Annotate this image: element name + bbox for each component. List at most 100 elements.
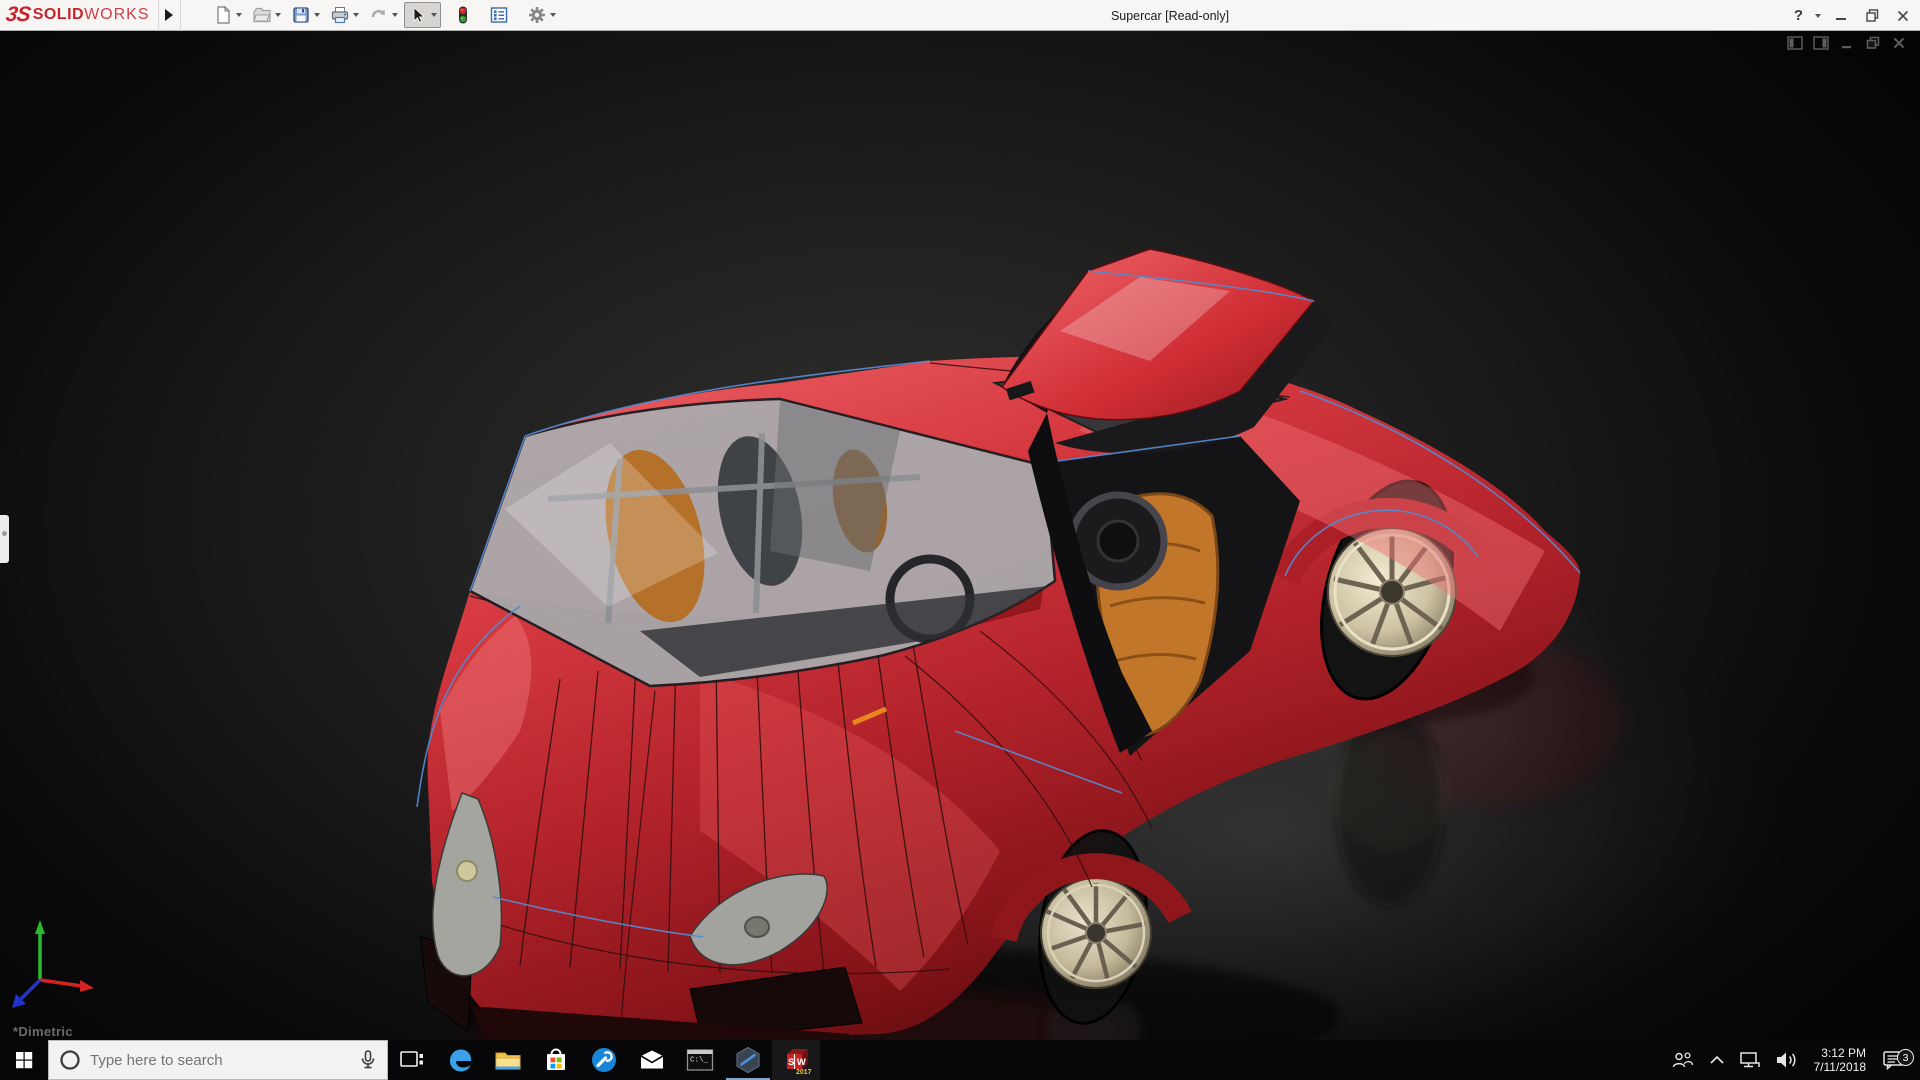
display-pane-left-button[interactable] <box>1786 35 1804 51</box>
display-pane-right-icon <box>1813 36 1829 50</box>
collapsed-panel-tab[interactable] <box>0 515 9 563</box>
menu-flyout-button[interactable] <box>159 0 181 31</box>
volume-button[interactable] <box>1768 1040 1806 1080</box>
solidworks-logo-bold: SOLID <box>32 6 85 23</box>
task-view-icon <box>400 1051 423 1067</box>
dropdown-caret-icon[interactable] <box>391 13 398 17</box>
print-button[interactable] <box>326 2 363 28</box>
command-prompt-button[interactable]: C:\_ <box>676 1040 724 1080</box>
search-input[interactable] <box>90 1051 350 1069</box>
taskbar: C:\_ SW 2017 <box>0 1040 1920 1080</box>
support-tool-wrench-icon <box>592 1048 616 1072</box>
doc-minimize-button[interactable] <box>1838 35 1856 51</box>
task-view-button[interactable] <box>388 1040 436 1080</box>
document-window-controls <box>1786 35 1908 51</box>
orientation-triad <box>12 920 94 1008</box>
panel-tab-handle-icon <box>2 531 7 536</box>
people-icon <box>1672 1052 1693 1068</box>
action-center-button[interactable]: 3 <box>1874 1049 1920 1071</box>
sw-icon-letters: SW <box>788 1057 808 1068</box>
select-tool-button[interactable] <box>403 2 441 28</box>
solidworks-logo-light: WORKS <box>84 6 150 23</box>
dropdown-caret-icon[interactable] <box>313 13 320 17</box>
flyout-expand-icon <box>165 9 174 21</box>
doc-close-button[interactable] <box>1890 35 1908 51</box>
restore-button[interactable] <box>1861 5 1883 27</box>
rebuild-traffic-light-icon <box>458 6 467 24</box>
taskbar-search[interactable] <box>48 1040 388 1080</box>
cad-utility-hexagon-icon <box>736 1046 760 1074</box>
dropdown-caret-icon[interactable] <box>430 13 437 17</box>
model-viewport-render[interactable] <box>0 31 1920 1040</box>
minimize-button[interactable] <box>1830 5 1852 27</box>
titlebar: 3S SOLID WORKS Supercar [Read-only] ? <box>0 0 1920 31</box>
new-document-icon <box>216 5 230 24</box>
dropdown-caret-icon[interactable] <box>274 13 281 17</box>
notification-badge: 3 <box>1897 1049 1914 1066</box>
help-button[interactable]: ? <box>1794 7 1803 24</box>
display-pane-left-icon <box>1787 36 1803 50</box>
display-pane-right-button[interactable] <box>1812 35 1830 51</box>
edge-browser-button[interactable] <box>436 1040 484 1080</box>
dropdown-caret-icon[interactable] <box>352 13 359 17</box>
save-icon <box>292 7 309 23</box>
microsoft-store-button[interactable] <box>532 1040 580 1080</box>
cmd-prompt-text: C:\_ <box>690 1057 709 1065</box>
close-icon <box>1897 10 1909 21</box>
close-button[interactable] <box>1892 5 1914 27</box>
open-document-button[interactable] <box>248 2 285 28</box>
options-list-icon <box>490 7 507 23</box>
doc-restore-button[interactable] <box>1864 35 1882 51</box>
window-title: Supercar [Read-only] <box>1110 9 1230 23</box>
mail-button[interactable] <box>628 1040 676 1080</box>
clock-time: 3:12 PM <box>1821 1046 1866 1060</box>
titlebar-controls: ? <box>1794 0 1914 31</box>
graphics-area[interactable]: *Dimetric <box>0 31 1920 1040</box>
clock-date: 7/11/2018 <box>1813 1060 1867 1074</box>
open-document-icon <box>252 7 271 23</box>
restore-icon <box>1866 36 1879 49</box>
dropdown-caret-icon[interactable] <box>549 13 556 17</box>
save-button[interactable] <box>287 2 324 28</box>
view-orientation-label: *Dimetric <box>13 1024 73 1039</box>
new-document-button[interactable] <box>209 2 246 28</box>
options-list-button[interactable] <box>485 2 513 28</box>
solidworks-app-icon: SW 2017 <box>787 1049 811 1075</box>
chevron-up-icon <box>1709 1055 1724 1064</box>
windows-logo-icon <box>16 1052 33 1069</box>
settings-button[interactable] <box>523 2 560 28</box>
desktop: 3S SOLID WORKS Supercar [Read-only] ? *D… <box>0 0 1920 1080</box>
help-dropdown-caret-icon[interactable] <box>1815 13 1821 18</box>
speaker-icon <box>1776 1052 1796 1068</box>
edge-browser-icon <box>450 1049 471 1072</box>
command-prompt-icon: C:\_ <box>686 1049 714 1071</box>
select-cursor-icon <box>413 6 425 23</box>
quick-access-toolbar <box>209 2 560 28</box>
microphone-icon[interactable] <box>359 1049 377 1071</box>
cortana-icon <box>60 1050 80 1070</box>
sw-icon-year: 2017 <box>796 1069 811 1075</box>
minimize-icon <box>1842 46 1851 49</box>
solidworks-taskbar-button[interactable]: SW 2017 <box>772 1040 820 1080</box>
file-explorer-button[interactable] <box>484 1040 532 1080</box>
support-tool-button[interactable] <box>580 1040 628 1080</box>
rebuild-button[interactable] <box>451 2 475 28</box>
taskbar-clock[interactable]: 3:12 PM 7/11/2018 <box>1806 1046 1875 1074</box>
restore-icon <box>1865 9 1878 22</box>
cad-utility-button[interactable] <box>724 1040 772 1080</box>
file-explorer-icon <box>495 1052 521 1070</box>
microsoft-store-icon <box>547 1048 565 1070</box>
dropdown-caret-icon[interactable] <box>235 13 242 17</box>
solidworks-logo-mark: 3S <box>4 3 32 26</box>
print-icon <box>331 7 348 24</box>
network-button[interactable] <box>1732 1040 1768 1080</box>
people-button[interactable] <box>1664 1040 1702 1080</box>
mail-icon <box>640 1050 664 1069</box>
close-icon <box>1893 37 1905 49</box>
hidden-icons-button[interactable] <box>1702 1040 1732 1080</box>
undo-button[interactable] <box>365 2 402 28</box>
minimize-icon <box>1836 17 1846 20</box>
network-icon <box>1739 1052 1760 1068</box>
start-button[interactable] <box>0 1040 48 1080</box>
settings-gear-icon <box>528 7 545 23</box>
